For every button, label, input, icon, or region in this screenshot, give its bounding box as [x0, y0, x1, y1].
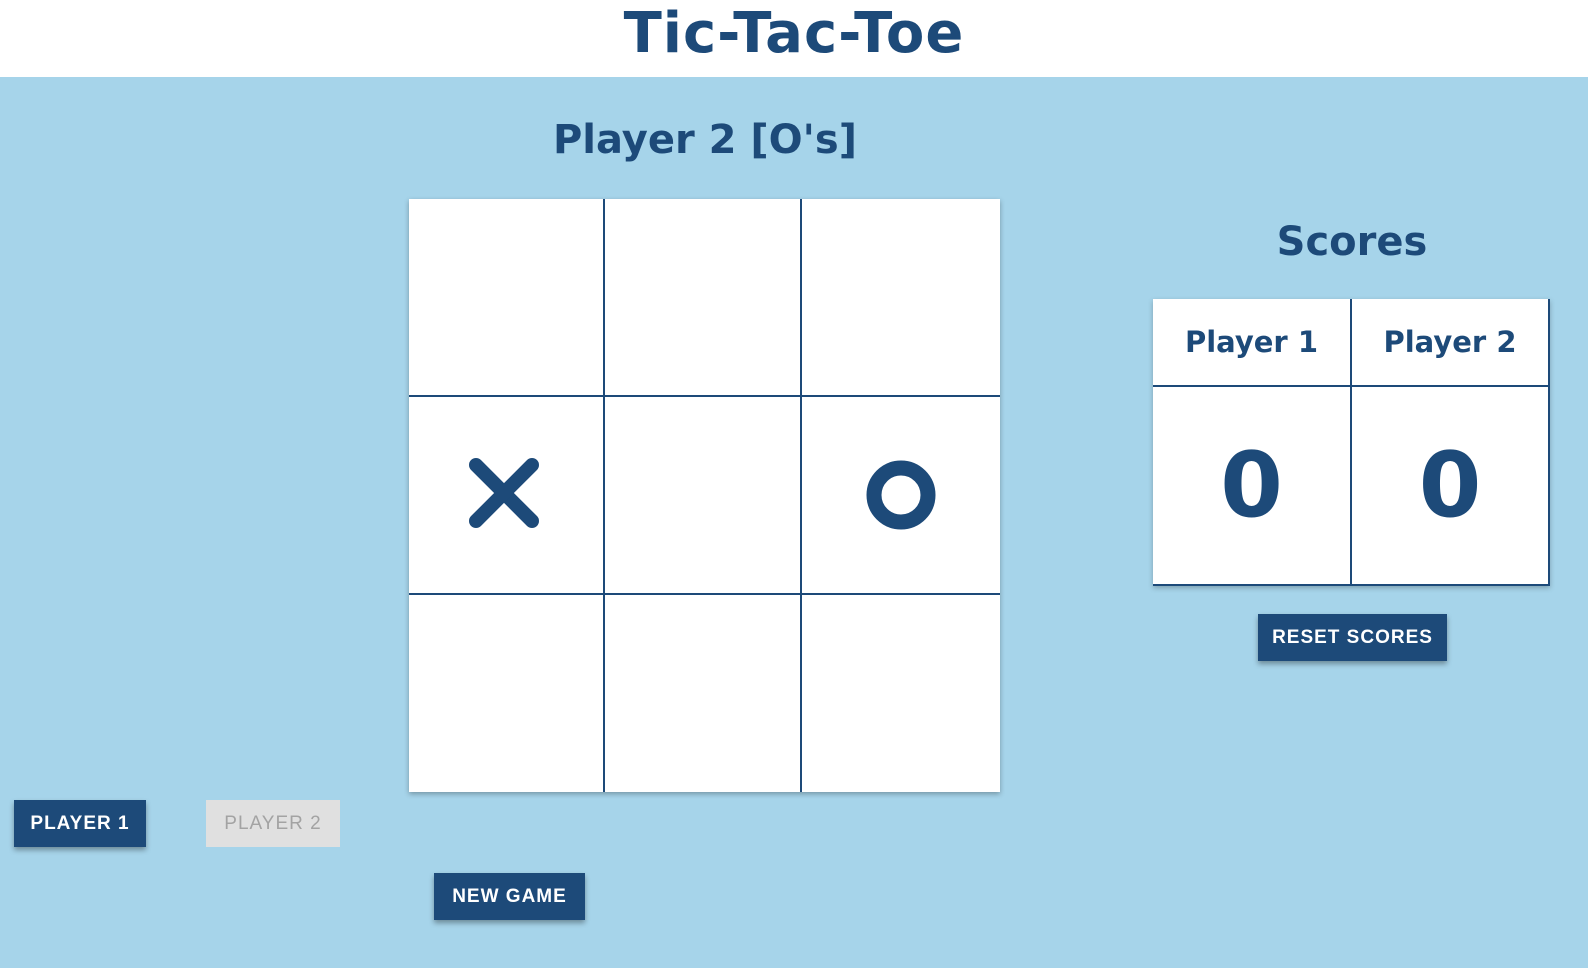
turn-indicator: Player 2 [O's] [552, 117, 858, 163]
board-cell-1-2 [802, 397, 1000, 595]
board-cell-0-2[interactable] [802, 199, 1000, 397]
board-cell-0-0[interactable] [409, 199, 605, 397]
scores-title: Scores [1276, 219, 1428, 265]
board-cell-0-1[interactable] [605, 199, 802, 397]
new-game-button[interactable]: NEW GAME [434, 873, 585, 920]
score-header-player1: Player 1 [1153, 299, 1352, 387]
player2-button: PLAYER 2 [206, 800, 340, 847]
board-cell-2-2[interactable] [802, 595, 1000, 792]
board-cell-1-0 [409, 397, 605, 595]
board-cell-2-1[interactable] [605, 595, 802, 792]
score-value-player2: 0 [1418, 433, 1482, 538]
reset-scores-button[interactable]: RESET SCORES [1258, 614, 1447, 661]
game-board [409, 199, 1000, 792]
app-title: Tic-Tac-Toe [623, 1, 965, 66]
header-bar: Tic-Tac-Toe [0, 0, 1588, 77]
score-header-player2: Player 2 [1352, 299, 1548, 387]
x-mark-icon [469, 458, 539, 528]
board-cell-2-0[interactable] [409, 595, 605, 792]
o-mark-icon [866, 460, 936, 530]
board-cell-1-1[interactable] [605, 397, 802, 595]
score-value-player1: 0 [1153, 387, 1352, 584]
score-table: Player 1 Player 2 0 0 [1153, 299, 1550, 586]
player1-button[interactable]: PLAYER 1 [14, 800, 146, 847]
